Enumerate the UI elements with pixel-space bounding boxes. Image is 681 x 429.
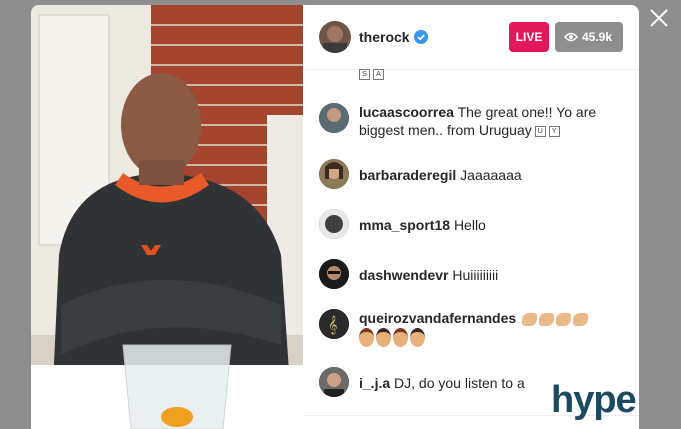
broadcaster-username[interactable]: therock: [359, 29, 410, 45]
flexed-biceps-emoji-icon: [539, 312, 555, 326]
commenter-username[interactable]: mma_sport18: [359, 217, 450, 233]
commenter-username[interactable]: queirozvandafernandes: [359, 310, 516, 326]
comment-text: dashwendevr Huiiiiiiiii: [359, 266, 621, 284]
avatar-photo-icon: [323, 26, 347, 53]
commenter-avatar[interactable]: [319, 159, 349, 189]
svg-text:𝄞: 𝄞: [328, 315, 337, 335]
list-item: mma_sport18 Hello: [319, 209, 619, 239]
viewer-count: 45.9k: [582, 30, 613, 44]
verified-badge-icon: [414, 30, 428, 44]
live-badge: LIVE: [509, 22, 549, 52]
woman-emoji-icon: [393, 327, 408, 347]
flexed-biceps-emoji-icon: [522, 312, 538, 326]
flag-letter-a: A: [373, 69, 384, 80]
eye-icon: [564, 32, 578, 42]
avatar-photo-icon: [319, 367, 349, 397]
commenter-avatar[interactable]: [319, 103, 349, 133]
woman-emoji-icon: [376, 327, 391, 347]
commenter-username[interactable]: lucaascoorrea: [359, 104, 454, 120]
viewer-count-badge: 45.9k: [555, 22, 623, 52]
avatar-photo-icon: [319, 259, 349, 289]
commenter-username[interactable]: dashwendevr: [359, 267, 448, 283]
avatar-photo-icon: [319, 209, 349, 239]
avatar-photo-icon: 𝄞: [319, 309, 349, 339]
flexed-biceps-emoji-icon: [556, 312, 572, 326]
commenter-username[interactable]: i_.j.a: [359, 375, 390, 391]
live-header: therock LIVE 45.9k: [303, 5, 639, 70]
commenter-avatar[interactable]: [319, 209, 349, 239]
broadcaster-avatar[interactable]: [319, 21, 351, 53]
comment-body: Jaaaaaaa: [460, 167, 522, 183]
avatar-photo-icon: [319, 159, 349, 189]
flag-letter-s: S: [359, 69, 370, 80]
list-item: lucaascoorrea The great one!! Yo are big…: [319, 103, 619, 143]
comment-body: Hello: [453, 217, 486, 233]
flag-letter-y: Y: [548, 125, 560, 137]
commenter-avatar[interactable]: 𝄞: [319, 309, 349, 339]
list-item: dashwendevr Huiiiiiiiii: [319, 259, 619, 289]
live-comments-panel: therock LIVE 45.9k SA lucaascoorrea The …: [303, 5, 639, 429]
commenter-avatar[interactable]: [319, 259, 349, 289]
comment-text: mma_sport18 Hello: [359, 216, 621, 234]
hype-watermark-logo: hype: [551, 379, 637, 421]
list-item: 𝄞 queirozvandafernandes: [319, 309, 619, 349]
woman-emoji-icon: [359, 327, 374, 347]
comment-text: barbaraderegil Jaaaaaaa: [359, 166, 621, 184]
close-icon[interactable]: [649, 8, 669, 28]
avatar-photo-icon: [319, 103, 349, 133]
video-frame-image: [31, 5, 303, 429]
live-video-modal: therock LIVE 45.9k SA lucaascoorrea The …: [31, 5, 639, 429]
woman-emoji-icon: [410, 327, 425, 347]
list-item: barbaraderegil Jaaaaaaa: [319, 159, 619, 189]
comment-text: SA: [359, 69, 621, 81]
comment-body: DJ, do you listen to a: [394, 375, 525, 391]
list-item: SA: [319, 69, 619, 81]
comment-body: Huiiiiiiiii: [452, 267, 499, 283]
flexed-biceps-emoji-icon: [573, 312, 589, 326]
comment-text: lucaascoorrea The great one!! Yo are big…: [359, 103, 621, 139]
flag-letter-u: U: [534, 125, 546, 137]
live-video-stream[interactable]: [31, 5, 303, 429]
commenter-username[interactable]: barbaraderegil: [359, 167, 456, 183]
comment-text: queirozvandafernandes: [359, 309, 621, 347]
commenter-avatar[interactable]: [319, 367, 349, 397]
